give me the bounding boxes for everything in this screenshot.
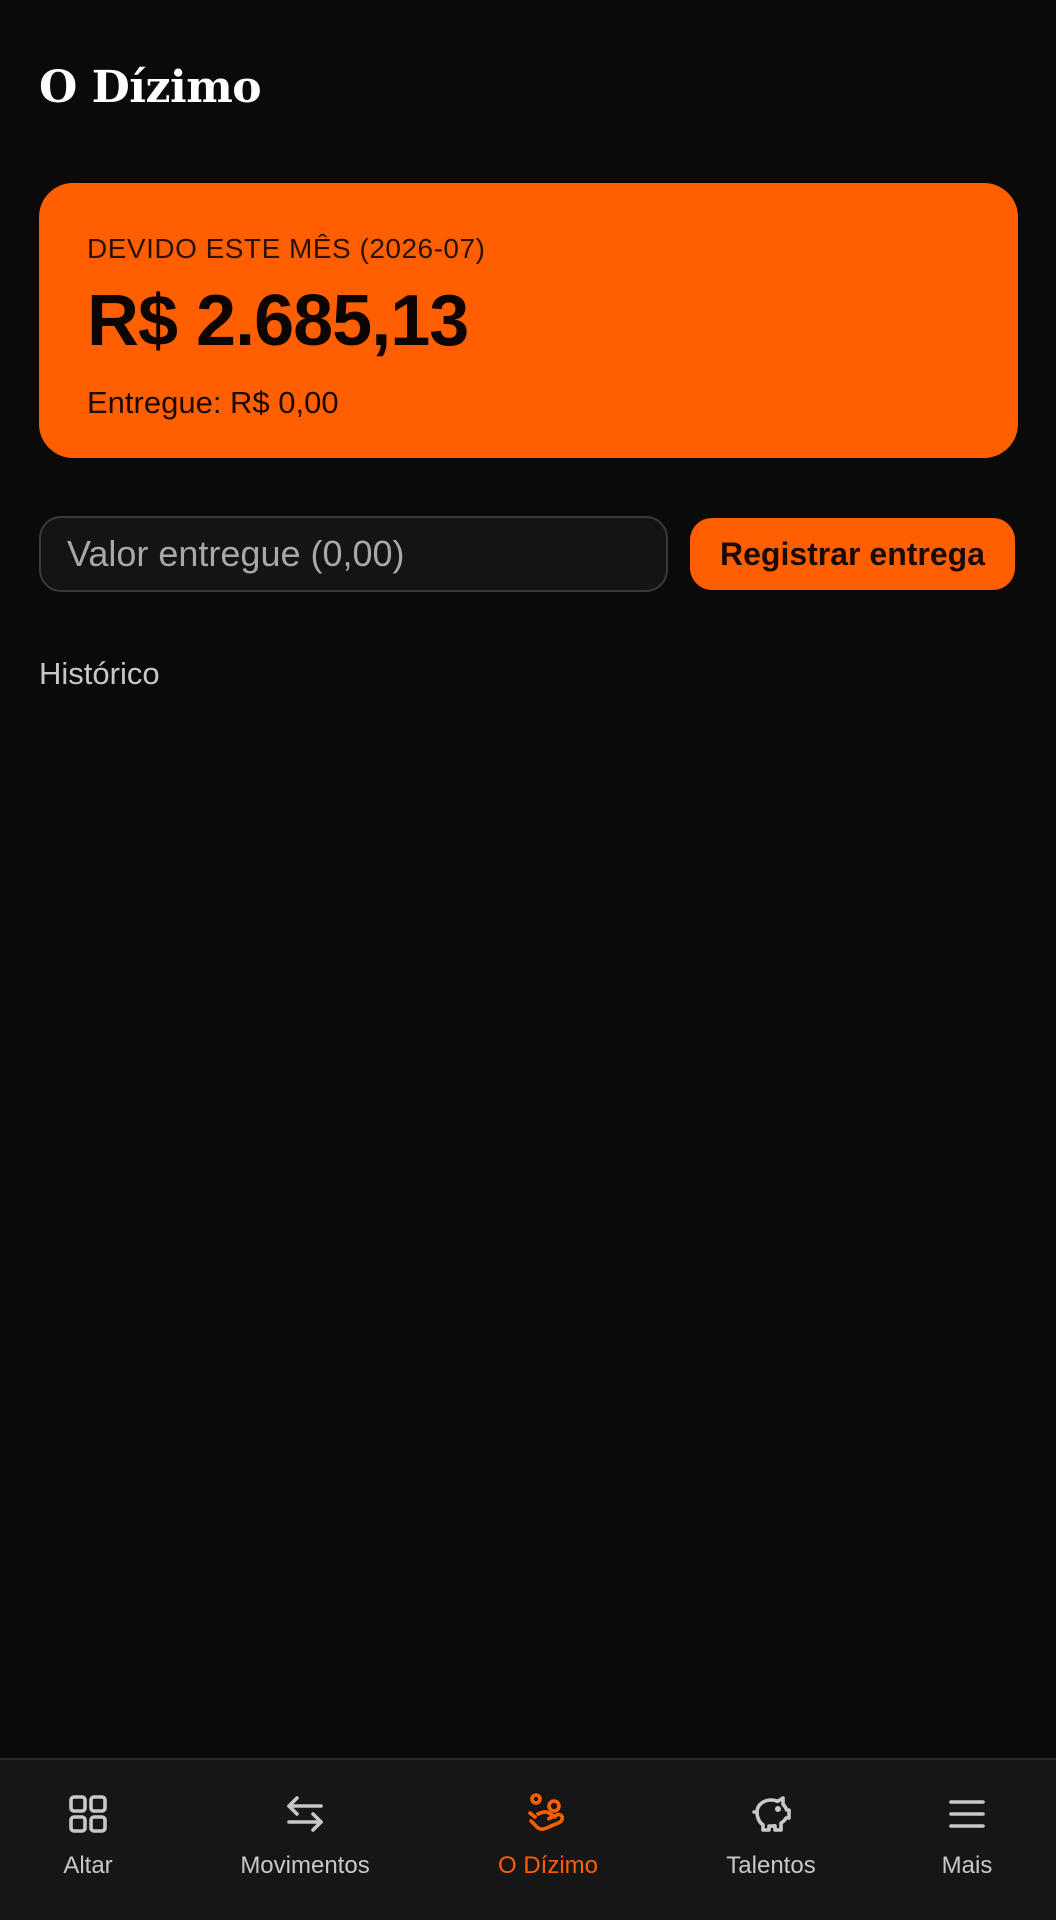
- nav-label-dizimo: O Dízimo: [497, 1852, 598, 1879]
- hand-coins-icon: [528, 1793, 565, 1831]
- register-delivery-button[interactable]: Registrar entrega: [690, 518, 1015, 590]
- page-title: O Dízimo: [39, 62, 262, 113]
- nav-item-talentos[interactable]: Talentos: [701, 1760, 841, 1920]
- due-amount: R$ 2.685,13: [87, 281, 469, 361]
- nav-label-altar: Altar: [63, 1852, 113, 1879]
- bottom-nav: Altar Movimentos O Dízimo Talentos Mais: [0, 1758, 1056, 1920]
- screen: O Dízimo DEVIDO ESTE MÊS (2026-07) R$ 2.…: [0, 0, 1056, 1920]
- nav-label-mais: Mais: [941, 1852, 993, 1879]
- menu-icon: [949, 1800, 985, 1828]
- due-label: DEVIDO ESTE MÊS (2026-07): [87, 233, 486, 264]
- nav-item-mais[interactable]: Mais: [917, 1760, 1017, 1920]
- piggy-bank-icon: [752, 1796, 791, 1832]
- nav-label-movimentos: Movimentos: [240, 1852, 370, 1879]
- nav-item-altar[interactable]: Altar: [38, 1760, 138, 1920]
- delivered-amount: Entregue: R$ 0,00: [87, 385, 339, 420]
- nav-item-movimentos[interactable]: Movimentos: [220, 1760, 390, 1920]
- delivered-value-input[interactable]: [39, 516, 668, 592]
- due-card: DEVIDO ESTE MÊS (2026-07) R$ 2.685,13 En…: [39, 183, 1018, 458]
- grid-icon: [69, 1795, 107, 1833]
- nav-label-talentos: Talentos: [726, 1852, 816, 1879]
- arrows-swap-icon: [287, 1796, 323, 1832]
- history-label: Histórico: [39, 656, 160, 691]
- nav-item-dizimo[interactable]: O Dízimo: [478, 1760, 618, 1920]
